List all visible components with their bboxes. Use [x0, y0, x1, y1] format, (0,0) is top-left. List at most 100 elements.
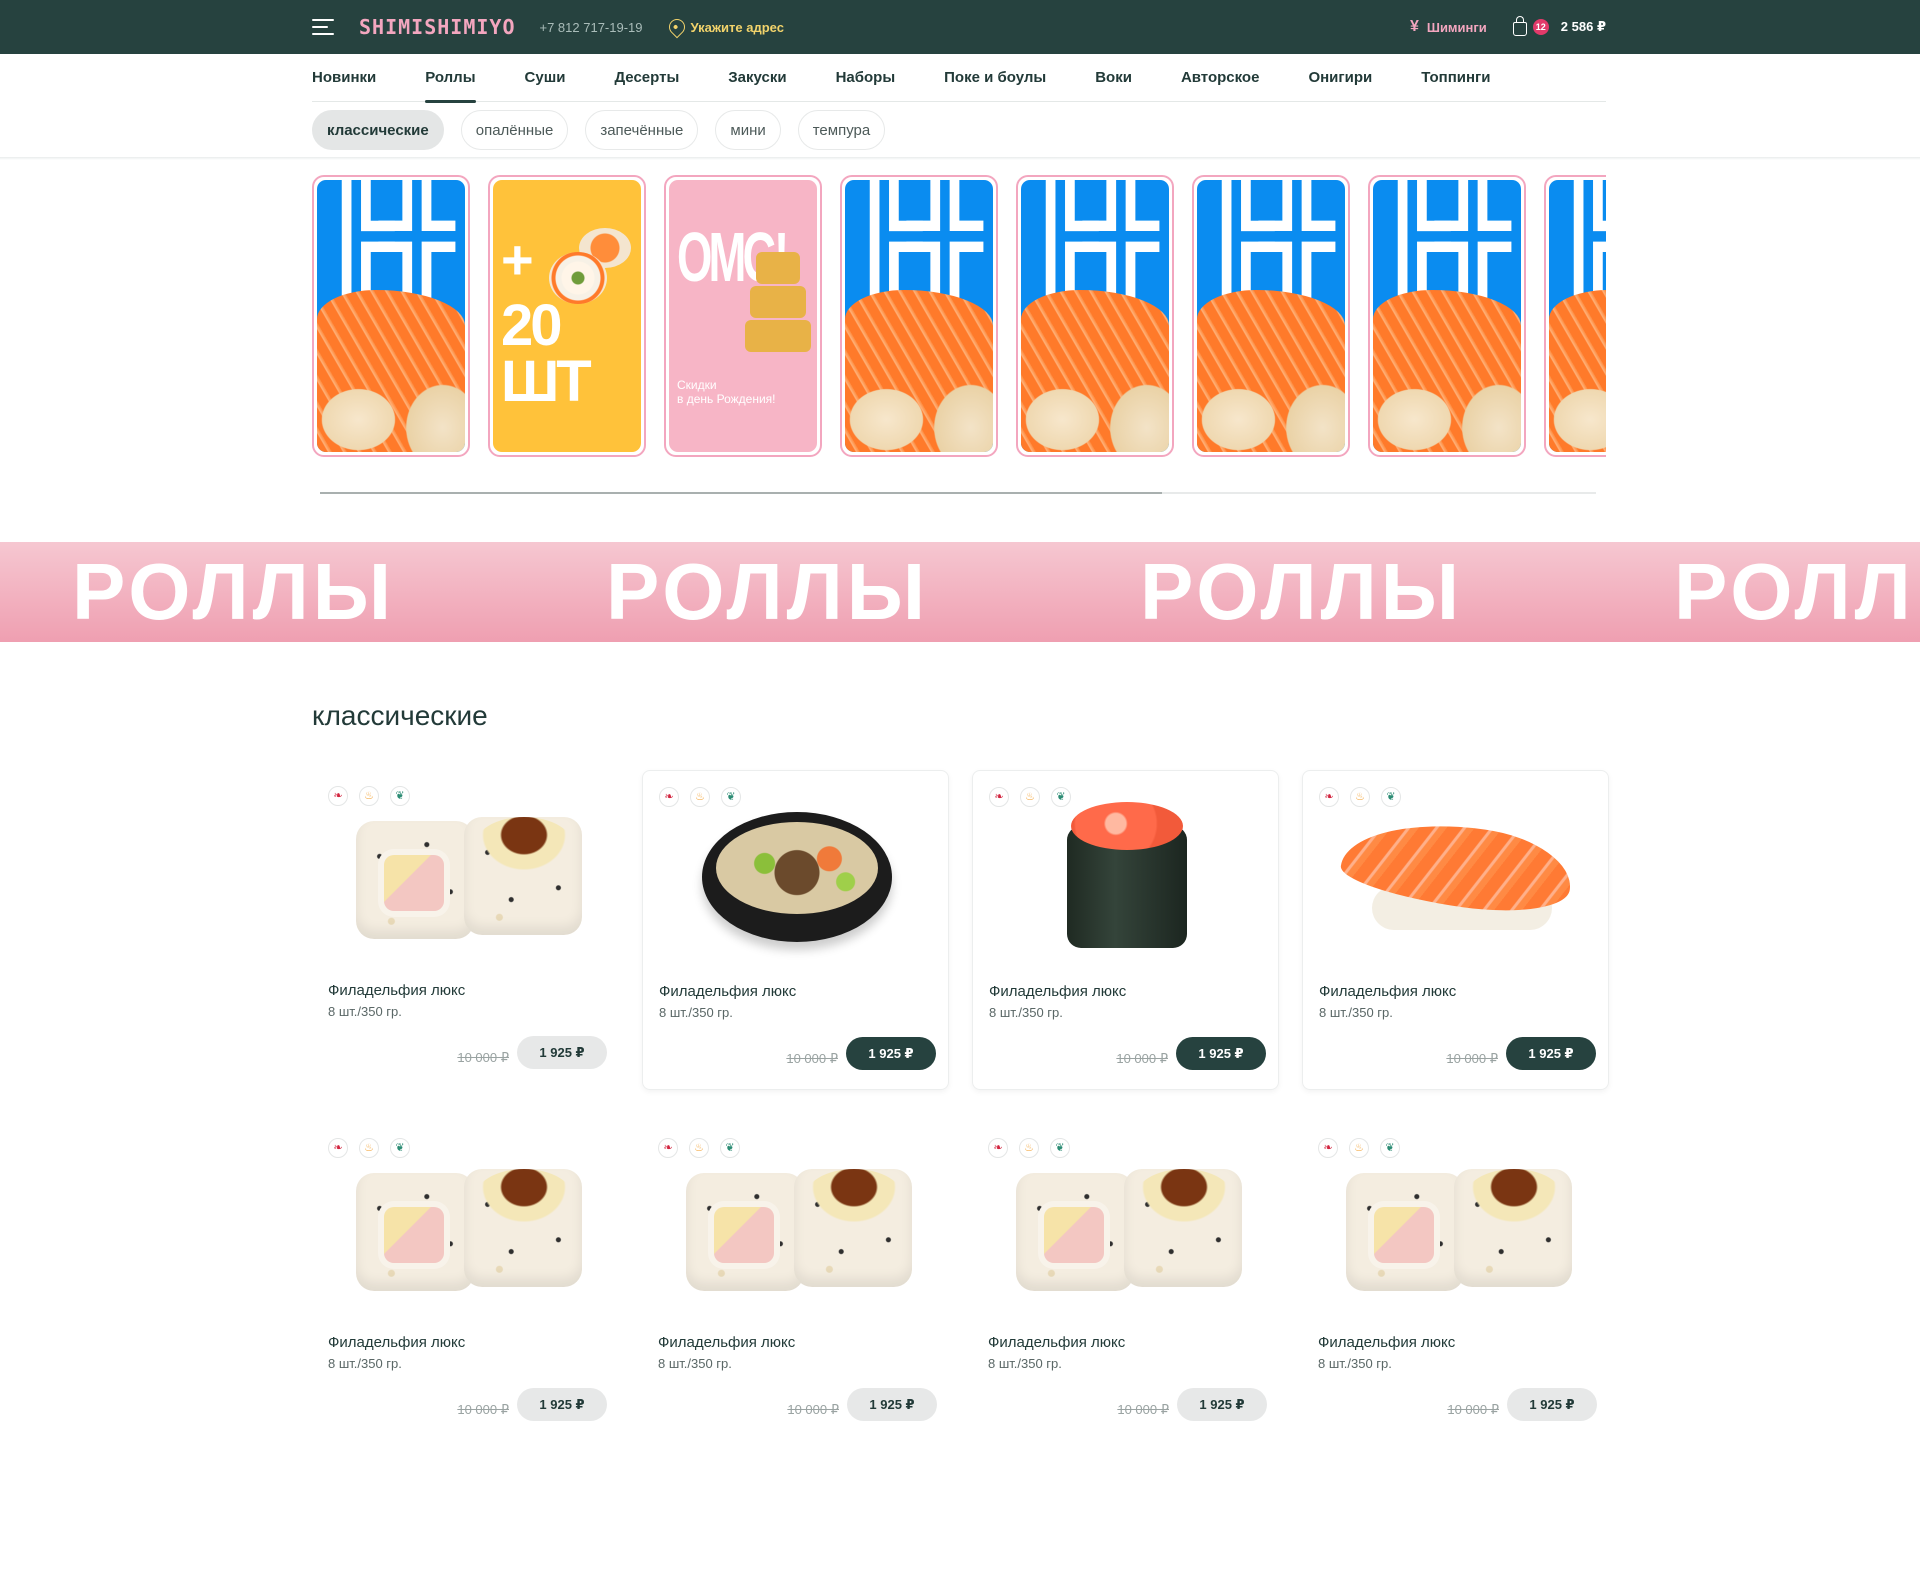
cake-image: [743, 252, 813, 354]
product-weight: 8 шт./350 гр.: [1319, 1005, 1393, 1020]
tab-category[interactable]: Роллы: [425, 54, 476, 103]
add-to-cart-button[interactable]: 1 925 ₽: [517, 1388, 607, 1421]
product-weight: 8 шт./350 гр.: [658, 1356, 732, 1371]
product-tags: ❧ ♨ ❦: [658, 1138, 740, 1158]
add-to-cart-button[interactable]: 1 925 ₽: [1506, 1037, 1596, 1070]
product-card[interactable]: ❧ ♨ ❦ Филадельфия люкс 8 шт./350 гр. 10 000 ₽…: [642, 1122, 949, 1442]
subcategory-pill[interactable]: мини: [715, 110, 781, 150]
story-image: +20 ШТ: [493, 180, 641, 452]
story-image: ╠╬: [845, 180, 993, 452]
story-plus: +: [501, 228, 534, 291]
leaf-icon: ❦: [1380, 1138, 1400, 1158]
story-image: OMG! Скидки в день Рождения!: [669, 180, 817, 452]
tab-category[interactable]: Воки: [1095, 54, 1132, 102]
stories-scrollbar[interactable]: [320, 492, 1596, 494]
add-to-cart-button[interactable]: 1 925 ₽: [1177, 1388, 1267, 1421]
product-name[interactable]: Филадельфия люкс: [328, 1334, 465, 1351]
product-weight: 8 шт./350 гр.: [659, 1005, 733, 1020]
location-pin-icon: [665, 15, 688, 39]
chili-icon: ❧: [988, 1138, 1008, 1158]
stories-carousel[interactable]: ╠╬ +20 ШТ OMG! Скидки в день Рождения! ╠╬ ╠╬ ╠╬…: [312, 175, 1606, 459]
fire-icon: ♨: [689, 1138, 709, 1158]
old-price: 10 000 ₽: [786, 1051, 838, 1066]
story-card[interactable]: ╠╬: [1192, 175, 1350, 457]
story-card[interactable]: ╠╬: [312, 175, 470, 457]
story-card[interactable]: ╠╬: [1368, 175, 1526, 457]
story-card[interactable]: ╠╬: [840, 175, 998, 457]
product-card[interactable]: ❧ ♨ ❦ Филадельфия люкс 8 шт./350 гр. 10 000 ₽…: [972, 770, 1279, 1090]
tab-category[interactable]: Закуски: [728, 54, 786, 102]
product-image[interactable]: [327, 1140, 604, 1315]
tab-category[interactable]: Суши: [525, 54, 566, 102]
tab-category[interactable]: Наборы: [836, 54, 896, 102]
leaf-icon: ❦: [720, 1138, 740, 1158]
product-name[interactable]: Филадельфия люкс: [658, 1334, 795, 1351]
salmon-image: [317, 290, 465, 452]
product-weight: 8 шт./350 гр.: [1318, 1356, 1392, 1371]
story-card[interactable]: OMG! Скидки в день Рождения!: [664, 175, 822, 457]
loyalty-link[interactable]: ¥ Шиминги: [1410, 18, 1487, 36]
product-card[interactable]: ❧ ♨ ❦ Филадельфия люкс 8 шт./350 гр. 10 000 ₽…: [1302, 770, 1609, 1090]
category-ribbon: РОЛЛЫРОЛЛЫРОЛЛЫРОЛЛЫРОЛЛЫ: [0, 542, 1920, 642]
leaf-icon: ❦: [1051, 787, 1071, 807]
leaf-icon: ❦: [390, 786, 410, 806]
ribbon-word: РОЛЛЫ: [606, 547, 930, 636]
product-name[interactable]: Филадельфия люкс: [989, 983, 1126, 1000]
subcategory-pill[interactable]: классические: [312, 110, 444, 150]
product-name[interactable]: Филадельфия люкс: [988, 1334, 1125, 1351]
stories-scrollbar-thumb[interactable]: [320, 492, 1163, 494]
chili-icon: ❧: [1318, 1138, 1338, 1158]
story-graphic: ╠╬: [319, 180, 454, 309]
chili-icon: ❧: [328, 1138, 348, 1158]
add-to-cart-button[interactable]: 1 925 ₽: [846, 1037, 936, 1070]
product-card[interactable]: ❧ ♨ ❦ Филадельфия люкс 8 шт./350 гр. 10 000 ₽…: [642, 770, 949, 1090]
address-selector[interactable]: Укажите адрес: [665, 15, 784, 39]
tab-category[interactable]: Авторское: [1181, 54, 1260, 102]
tab-category[interactable]: Топпинги: [1421, 54, 1490, 102]
product-name[interactable]: Филадельфия люкс: [1318, 1334, 1455, 1351]
fire-icon: ♨: [359, 786, 379, 806]
story-caption: Скидки в день Рождения!: [677, 378, 775, 406]
tab-category[interactable]: Десерты: [614, 54, 679, 102]
tab-category[interactable]: Онигири: [1308, 54, 1372, 102]
subcategory-nav: классические опалённые запечённые мини темпу…: [312, 110, 886, 150]
subcategory-pill[interactable]: опалённые: [460, 110, 569, 150]
add-to-cart-button[interactable]: 1 925 ₽: [1176, 1037, 1266, 1070]
product-name[interactable]: Филадельфия люкс: [659, 983, 796, 1000]
cart-button[interactable]: 12 2 586 ₽: [1512, 16, 1606, 36]
subcategory-pill[interactable]: запечённые: [585, 110, 699, 150]
story-card[interactable]: +20 ШТ: [488, 175, 646, 457]
product-image[interactable]: [1318, 789, 1595, 964]
fire-icon: ♨: [1019, 1138, 1039, 1158]
add-to-cart-button[interactable]: 1 925 ₽: [1507, 1388, 1597, 1421]
subcategory-pill[interactable]: темпура: [797, 110, 886, 150]
add-to-cart-button[interactable]: 1 925 ₽: [847, 1388, 937, 1421]
product-name[interactable]: Филадельфия люкс: [328, 982, 465, 999]
fire-icon: ♨: [359, 1138, 379, 1158]
menu-icon[interactable]: [312, 19, 334, 35]
phone-number[interactable]: +7 812 717-19-19: [540, 20, 643, 35]
product-card[interactable]: ❧ ♨ ❦ Филадельфия люкс 8 шт./350 гр. 10 000 ₽…: [312, 1122, 619, 1442]
add-to-cart-button[interactable]: 1 925 ₽: [517, 1036, 607, 1069]
product-image[interactable]: [1317, 1140, 1594, 1315]
story-card[interactable]: ╠╬: [1544, 175, 1606, 457]
ribbon-word: РОЛЛЫ: [1674, 547, 1920, 636]
site-logo[interactable]: SHIMISHIMIYO: [359, 15, 516, 39]
section-title: классические: [312, 700, 488, 731]
product-name[interactable]: Филадельфия люкс: [1319, 983, 1456, 1000]
product-card[interactable]: ❧ ♨ ❦ Филадельфия люкс 8 шт./350 гр. 10 000 ₽…: [1302, 1122, 1609, 1442]
story-card[interactable]: ╠╬: [1016, 175, 1174, 457]
product-weight: 8 шт./350 гр.: [988, 1356, 1062, 1371]
product-image[interactable]: [987, 1140, 1264, 1315]
product-card[interactable]: ❧ ♨ ❦ Филадельфия люкс 8 шт./350 гр. 10 000 ₽…: [972, 1122, 1279, 1442]
story-image: ╠╬: [1021, 180, 1169, 452]
tab-category[interactable]: Поке и боулы: [944, 54, 1046, 102]
product-image[interactable]: [327, 788, 604, 963]
product-image[interactable]: [658, 789, 935, 964]
address-label: Укажите адрес: [690, 19, 784, 35]
tab-category[interactable]: Новинки: [312, 54, 376, 102]
story-image: ╠╬: [1373, 180, 1521, 452]
product-card[interactable]: ❧ ♨ ❦ Филадельфия люкс 8 шт./350 гр. 10 000 ₽…: [312, 770, 619, 1090]
product-image[interactable]: [657, 1140, 934, 1315]
product-image[interactable]: [988, 789, 1265, 964]
